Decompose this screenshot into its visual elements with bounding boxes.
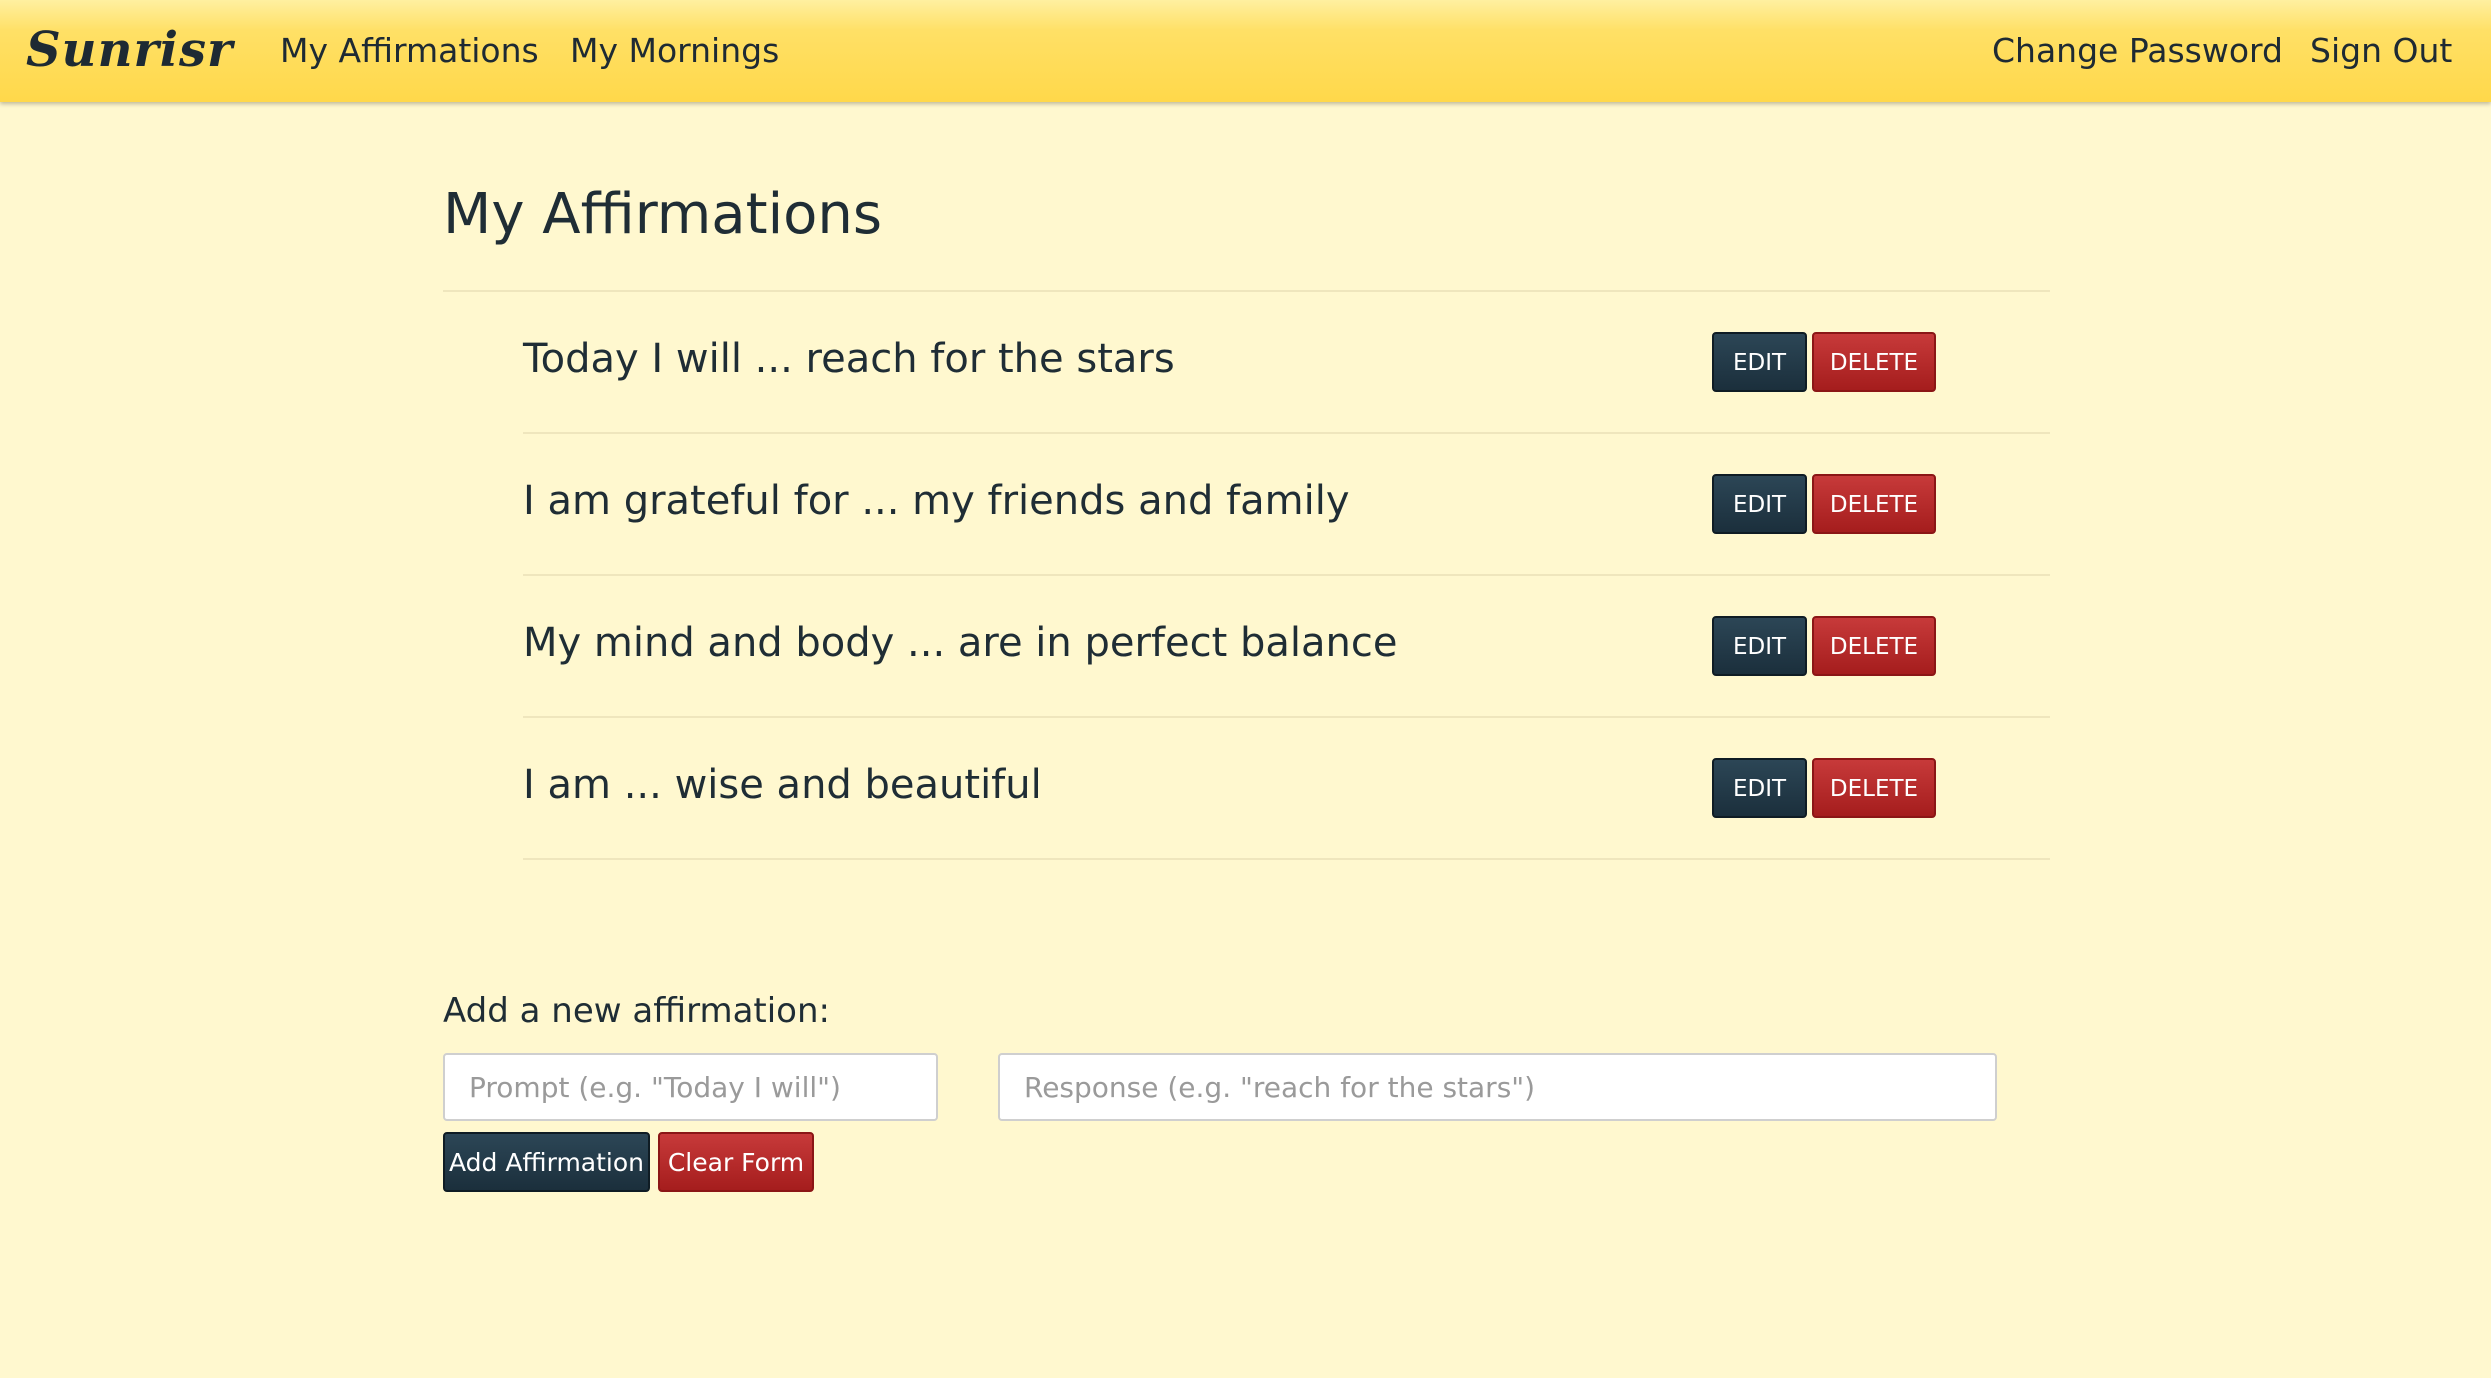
title-divider	[443, 290, 2050, 292]
row-divider	[523, 432, 2050, 434]
row-divider	[523, 716, 2050, 718]
form-heading: Add a new affirmation:	[443, 991, 830, 1031]
affirmation-text: Today I will ... reach for the stars	[523, 336, 1175, 382]
affirmation-text: I am ... wise and beautiful	[523, 762, 1042, 808]
add-affirmation-button[interactable]: Add Affirmation	[443, 1132, 650, 1192]
row-divider	[523, 858, 2050, 860]
affirmation-text: My mind and body ... are in perfect bala…	[523, 620, 1398, 666]
clear-form-button[interactable]: Clear Form	[658, 1132, 814, 1192]
edit-button[interactable]: EDIT	[1712, 758, 1807, 818]
response-input[interactable]	[998, 1053, 1997, 1121]
brand-logo[interactable]: Sunrisr	[26, 22, 233, 78]
edit-button[interactable]: EDIT	[1712, 332, 1807, 392]
page-title: My Affirmations	[443, 182, 883, 247]
delete-button[interactable]: DELETE	[1812, 758, 1936, 818]
nav-link-my-affirmations[interactable]: My Affirmations	[280, 30, 539, 72]
nav-link-change-password[interactable]: Change Password	[1992, 30, 2283, 72]
delete-button[interactable]: DELETE	[1812, 332, 1936, 392]
affirmation-text: I am grateful for ... my friends and fam…	[523, 478, 1350, 524]
row-divider	[523, 574, 2050, 576]
prompt-input[interactable]	[443, 1053, 938, 1121]
edit-button[interactable]: EDIT	[1712, 616, 1807, 676]
delete-button[interactable]: DELETE	[1812, 616, 1936, 676]
nav-link-my-mornings[interactable]: My Mornings	[570, 30, 779, 72]
nav-link-sign-out[interactable]: Sign Out	[2310, 30, 2452, 72]
edit-button[interactable]: EDIT	[1712, 474, 1807, 534]
navbar: Sunrisr My Affirmations My Mornings Chan…	[0, 0, 2491, 102]
delete-button[interactable]: DELETE	[1812, 474, 1936, 534]
